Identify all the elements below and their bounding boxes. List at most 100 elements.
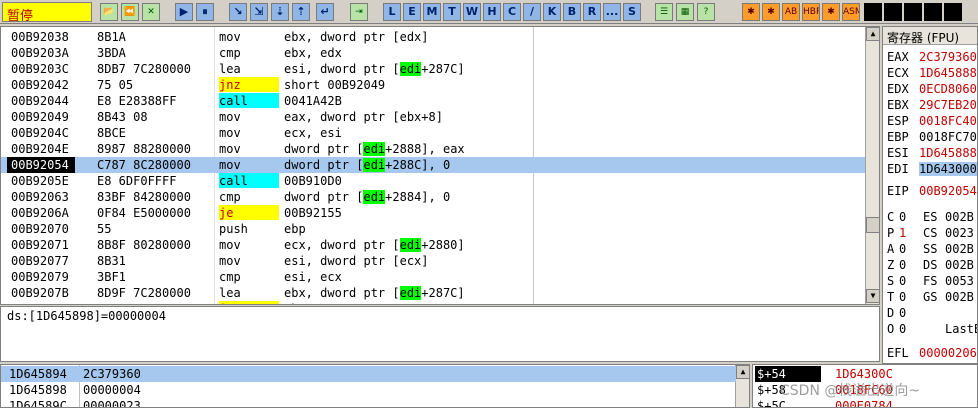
- trace-into-button[interactable]: ⇣: [271, 3, 289, 21]
- run-button[interactable]: ▶: [175, 3, 193, 21]
- flag-row[interactable]: D0: [887, 305, 945, 321]
- plugin-blank-2-button[interactable]: [884, 3, 902, 21]
- flag-row[interactable]: T 0 GS 002B: [887, 289, 974, 305]
- plugin-ab-button[interactable]: AB: [782, 3, 800, 21]
- register-eax[interactable]: EAX 2C379360: [887, 49, 977, 65]
- operand-text: eax, dword ptr [ebx+8]: [284, 110, 443, 124]
- register-esp[interactable]: ESP 0018FC40: [887, 113, 977, 129]
- flag-row[interactable]: A 0 SS 002B: [887, 241, 974, 257]
- disasm-row[interactable]: 00B92042 75 05 jnz short 00B92049: [1, 77, 865, 93]
- window-m-button[interactable]: M: [423, 3, 441, 21]
- window-b-button[interactable]: B: [563, 3, 581, 21]
- flag-row[interactable]: O0 LastErr: [887, 321, 977, 337]
- window-slash-button[interactable]: /: [523, 3, 541, 21]
- register-ebp[interactable]: EBP 0018FC70: [887, 129, 977, 145]
- disasm-row[interactable]: 00B92071 8B8F 80280000 mov ecx, dword ptr […: [1, 237, 865, 253]
- window-r-button[interactable]: R: [583, 3, 601, 21]
- plugin-3-button[interactable]: ✱: [822, 3, 840, 21]
- disasm-row[interactable]: 00B92063 83BF 84280000 cmp dword ptr [edi+2…: [1, 189, 865, 205]
- window-s-button[interactable]: S: [623, 3, 641, 21]
- window-k-button[interactable]: K: [543, 3, 561, 21]
- disasm-row[interactable]: 00B9204E 8987 88280000 mov dword ptr [edi+2…: [1, 141, 865, 157]
- window-l-button[interactable]: L: [383, 3, 401, 21]
- restart-button[interactable]: ⏪: [121, 3, 139, 21]
- register-value: 2C379360: [919, 50, 977, 64]
- register-efl[interactable]: EFL 00000206: [887, 345, 977, 361]
- toolbar: 暂停 📂 ⏪ ✕ ▶ ⏸ ↘ ⇲ ⇣ ⇡ ↵ ⇥ L E M T W H C / K B R... S ☰ ▦? ✱ ✱ AB HBP ✱…: [0, 0, 978, 24]
- scroll-up-icon[interactable]: ▲: [866, 27, 879, 41]
- window-w-button[interactable]: W: [463, 3, 481, 21]
- grid-view-button[interactable]: ▦: [676, 3, 694, 21]
- plugin-2-button[interactable]: ✱: [762, 3, 780, 21]
- pause-button[interactable]: ⏸: [196, 3, 214, 21]
- disasm-row[interactable]: 00B92044 E8 E28388FF call 0041A42B: [1, 93, 865, 109]
- disasm-row[interactable]: 00B9207B 8D9F 7C280000 lea ebx, dword ptr […: [1, 285, 865, 301]
- disasm-row[interactable]: 00B92077 8B31 mov esi, dword ptr [ecx]: [1, 253, 865, 269]
- close-button[interactable]: ✕: [142, 3, 160, 21]
- window-e-button[interactable]: E: [403, 3, 421, 21]
- disasm-row[interactable]: 00B92081 75 05 jnz short 00B92088: [1, 301, 865, 304]
- dump-scrollbar[interactable]: ▲: [735, 365, 749, 407]
- execute-till-return-button[interactable]: ↵: [316, 3, 334, 21]
- flag-row[interactable]: S 0 FS 0053: [887, 273, 974, 289]
- disasm-row[interactable]: 00B92079 3BF1 cmp esi, ecx: [1, 269, 865, 285]
- register-highlight: edi: [399, 286, 422, 300]
- plugin-1-button[interactable]: ✱: [742, 3, 760, 21]
- trace-over-button[interactable]: ⇡: [292, 3, 310, 21]
- instruction-bytes: 8B43 08: [97, 110, 148, 124]
- scroll-down-icon[interactable]: ▼: [866, 289, 879, 303]
- dump-row[interactable]: 1D64589C 00000023: [1, 398, 736, 407]
- operand-text: dword ptr [: [284, 190, 364, 204]
- dump-row[interactable]: 1D645898 00000004: [1, 382, 736, 398]
- window-dots-button[interactable]: ...: [603, 3, 621, 21]
- flag-row[interactable]: Z 0 DS 002B: [887, 257, 974, 273]
- register-ecx[interactable]: ECX 1D645888: [887, 65, 977, 81]
- disasm-row[interactable]: 00B9204C 8BCE mov ecx, esi: [1, 125, 865, 141]
- segment-name: DS: [923, 258, 938, 272]
- disassembly-scrollbar[interactable]: ▲ ▼: [865, 27, 879, 304]
- register-edx[interactable]: EDX 0ECD8060: [887, 81, 977, 97]
- plugin-blank-1-button[interactable]: [864, 3, 882, 21]
- register-name: EBP: [887, 130, 909, 144]
- disasm-row[interactable]: 00B9206A 0F84 E5000000 je 00B92155: [1, 205, 865, 221]
- disasm-row[interactable]: 00B92049 8B43 08 mov eax, dword ptr [ebx+8]: [1, 109, 865, 125]
- goto-address-button[interactable]: ⇥: [350, 3, 368, 21]
- disassembly-pane[interactable]: ▲ ▼ 00B92038 8B1A mov ebx, dword ptr [edx] 0…: [0, 26, 880, 305]
- plugin-blank-4-button[interactable]: [924, 3, 942, 21]
- flag-row[interactable]: P 1 CS 0023: [887, 225, 974, 241]
- dump-pane[interactable]: ▲ 1D645894 2C379360 1D645898 00000004 1D6458…: [0, 364, 750, 408]
- list-view-button[interactable]: ☰: [655, 3, 673, 21]
- disasm-row[interactable]: 00B92070 55 push ebp: [1, 221, 865, 237]
- operand-text: short 00B92049: [284, 78, 386, 92]
- dump-scroll-up-icon[interactable]: ▲: [736, 365, 749, 379]
- register-esi[interactable]: ESI 1D645888: [887, 145, 977, 161]
- plugin-blank-5-button[interactable]: [944, 3, 962, 21]
- disasm-row[interactable]: 00B9203A 3BDA cmp ebx, edx: [1, 45, 865, 61]
- instruction-address: 00B92044: [11, 94, 69, 108]
- register-ebx[interactable]: EBX 29C7EB20: [887, 97, 977, 113]
- register-eip[interactable]: EIP 00B92054: [887, 183, 977, 199]
- window-c-button[interactable]: C: [503, 3, 521, 21]
- plugin-blank-3-button[interactable]: [904, 3, 922, 21]
- plugin-asm-button[interactable]: ASM: [842, 3, 860, 21]
- window-h-button[interactable]: H: [483, 3, 501, 21]
- flag-row[interactable]: C 0 ES 002B: [887, 209, 974, 225]
- plugin-hbp-button[interactable]: HBP: [802, 3, 820, 21]
- instruction-bytes: 8D9F 7C280000: [97, 286, 191, 300]
- register-edi[interactable]: EDI 1D643000: [887, 161, 977, 177]
- help-button[interactable]: ?: [697, 3, 715, 21]
- disasm-row[interactable]: 00B9203C 8DB7 7C280000 lea esi, dword ptr […: [1, 61, 865, 77]
- instruction-bytes: E8 E28388FF: [97, 94, 177, 108]
- window-t-button[interactable]: T: [443, 3, 461, 21]
- disasm-row[interactable]: 00B92054 C787 8C280000 mov dword ptr [edi+2…: [1, 157, 865, 173]
- open-button[interactable]: 📂: [100, 3, 118, 21]
- registers-pane[interactable]: 寄存器 (FPU) EAX 2C379360 ECX 1D645888 EDX 0ECD8…: [882, 26, 978, 364]
- instruction-operands: esi, dword ptr [edi+287C]: [284, 61, 524, 77]
- dump-row[interactable]: 1D645894 2C379360: [1, 366, 736, 382]
- scroll-thumb[interactable]: [866, 217, 879, 233]
- step-over-button[interactable]: ⇲: [250, 3, 268, 21]
- disasm-row[interactable]: 00B92038 8B1A mov ebx, dword ptr [edx]: [1, 29, 865, 45]
- step-into-button[interactable]: ↘: [229, 3, 247, 21]
- disasm-row[interactable]: 00B9205E E8 6DF0FFFF call 00B910D0: [1, 173, 865, 189]
- instruction-operands: dword ptr [edi+288C], 0: [284, 157, 524, 173]
